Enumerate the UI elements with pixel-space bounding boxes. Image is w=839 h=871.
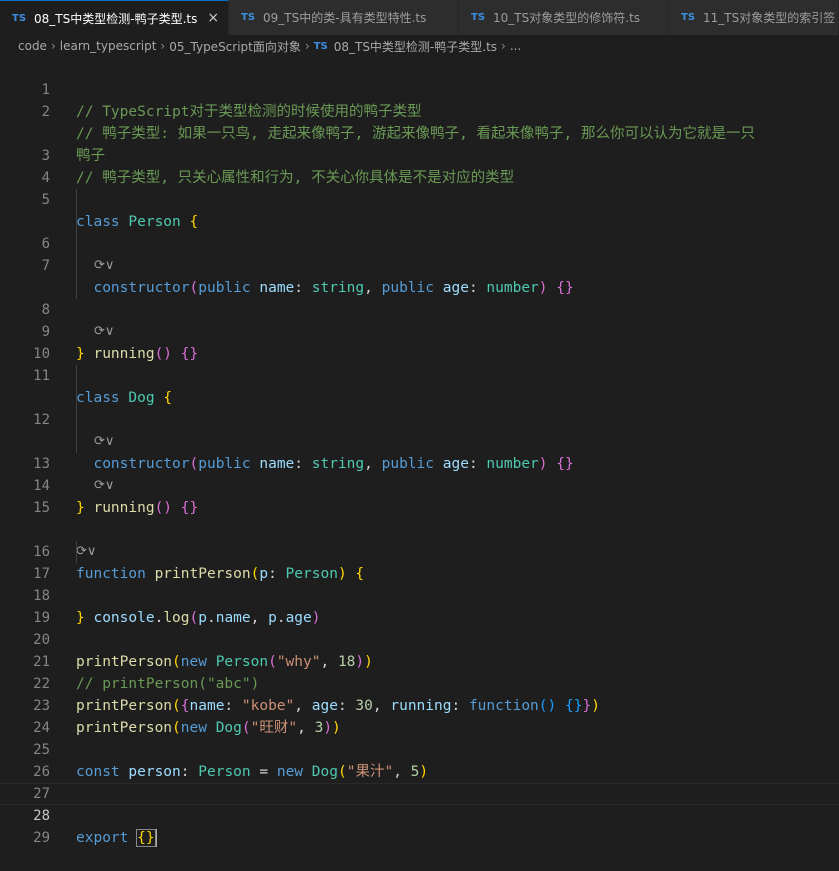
text-cursor bbox=[154, 829, 157, 847]
code-line[interactable]: 13 running() {} bbox=[0, 431, 839, 516]
code-line[interactable]: 29 bbox=[0, 805, 839, 846]
keyword: export bbox=[76, 830, 129, 846]
tab-label: 08_TS中类型检测-鸭子类型.ts bbox=[34, 11, 198, 26]
tab-09-class-type[interactable]: TS 09_TS中的类-具有类型特性.ts bbox=[229, 0, 459, 35]
code-line[interactable]: 24 bbox=[0, 695, 839, 736]
chevron-right-icon: › bbox=[160, 39, 166, 53]
indent-guide bbox=[76, 431, 77, 453]
tab-bar: TS 08_TS中类型检测-鸭子类型.ts × TS 09_TS中的类-具有类型… bbox=[0, 0, 839, 35]
tab-08-duck-typing[interactable]: TS 08_TS中类型检测-鸭子类型.ts × bbox=[0, 0, 229, 35]
code-line-current[interactable]: 28 export {} bbox=[0, 783, 839, 847]
typescript-file-icon: TS bbox=[241, 12, 256, 23]
breadcrumb-item[interactable]: learn_typescript bbox=[60, 39, 157, 53]
typescript-file-icon: TS bbox=[471, 12, 486, 23]
code-editor[interactable]: 1 // TypeScript对于类型检测的时候使用的鸭子类型 2 // 鸭子类… bbox=[0, 57, 839, 847]
code-line[interactable]: 26 bbox=[0, 739, 839, 780]
indent-guide bbox=[76, 255, 77, 277]
chevron-right-icon: › bbox=[304, 39, 310, 53]
line-number: 29 bbox=[33, 830, 50, 846]
code-line[interactable]: 10 bbox=[0, 321, 839, 362]
codelens-row: ⟳∨ bbox=[0, 365, 839, 449]
code-line[interactable]: 5 class Person { bbox=[0, 167, 839, 230]
code-line[interactable]: 4 bbox=[0, 145, 839, 186]
indent-guide bbox=[76, 409, 77, 431]
code-line[interactable]: 15 bbox=[0, 475, 839, 516]
indent-guide bbox=[76, 211, 77, 233]
brace: {} bbox=[136, 829, 156, 847]
indent-guide bbox=[76, 365, 77, 387]
indent-guide bbox=[76, 277, 77, 299]
codelens-row: ⟳∨ bbox=[0, 189, 839, 273]
code-line[interactable]: 3 // 鸭子类型, 只关心属性和行为, 不关心你具体是不是对应的类型 bbox=[0, 123, 839, 186]
code-line[interactable]: 8 running() {} bbox=[0, 277, 839, 362]
code-line[interactable]: 2 // 鸭子类型: 如果一只鸟, 走起来像鸭子, 游起来像鸭子, 看起来像鸭子… bbox=[0, 79, 839, 142]
code-line[interactable]: 21 // printPerson("abc") bbox=[0, 629, 839, 692]
code-line[interactable]: 20 printPerson(new Person("why", 18)) bbox=[0, 607, 839, 670]
codelens-row: ⟳∨ bbox=[0, 255, 839, 339]
codelens-row: ⟳∨ bbox=[0, 409, 839, 493]
indent-guide bbox=[76, 541, 77, 563]
tab-10-object-modifiers[interactable]: TS 10_TS对象类型的修饰符.ts bbox=[459, 0, 669, 35]
indent-guide bbox=[76, 189, 77, 211]
code-line[interactable]: 18 } bbox=[0, 563, 839, 626]
code-line[interactable]: 22 printPerson({name: "kobe", age: 30, r… bbox=[0, 651, 839, 714]
breadcrumb-item[interactable]: 05_TypeScript面向对象 bbox=[169, 38, 301, 55]
codelens-row: ⟳∨ bbox=[0, 497, 839, 559]
indent-guide bbox=[76, 387, 77, 409]
breadcrumb-more[interactable]: ... bbox=[510, 39, 521, 53]
indent-guide bbox=[76, 233, 77, 255]
code-line[interactable]: 17 console.log(p.name, p.age) bbox=[0, 541, 839, 626]
typescript-file-icon: TS bbox=[12, 12, 27, 24]
chevron-right-icon: › bbox=[50, 39, 56, 53]
code-line[interactable]: 25 const person: Person = new Dog("果汁", … bbox=[0, 717, 839, 780]
code-line[interactable]: 11 class Dog { bbox=[0, 343, 839, 406]
code-line[interactable]: 23 printPerson(new Dog("旺财", 3)) bbox=[0, 673, 839, 736]
typescript-file-icon: TS bbox=[313, 40, 328, 52]
code-line-wrap[interactable]: 鸭子 bbox=[0, 101, 839, 164]
tab-label: 10_TS对象类型的修饰符.ts bbox=[493, 11, 641, 25]
code-line[interactable]: 6 constructor(public name: string, publi… bbox=[0, 211, 839, 296]
chevron-right-icon: › bbox=[501, 39, 506, 53]
code-line[interactable]: 7 bbox=[0, 233, 839, 274]
tab-label: 11_TS对象类型的索引签 bbox=[703, 11, 836, 25]
breadcrumb-item[interactable]: code bbox=[18, 39, 47, 53]
code-line[interactable]: 9 } bbox=[0, 299, 839, 362]
code-line[interactable]: 1 // TypeScript对于类型检测的时候使用的鸭子类型 bbox=[0, 57, 839, 120]
typescript-file-icon: TS bbox=[681, 12, 696, 23]
code-line[interactable]: 16 function printPerson(p: Person) { bbox=[0, 519, 839, 582]
code-line[interactable]: 14 } bbox=[0, 453, 839, 516]
tab-label: 09_TS中的类-具有类型特性.ts bbox=[263, 11, 427, 25]
tab-11-index-signature[interactable]: TS 11_TS对象类型的索引签 bbox=[669, 0, 839, 35]
breadcrumb-file[interactable]: 08_TS中类型检测-鸭子类型.ts bbox=[334, 38, 497, 55]
breadcrumb: code › learn_typescript › 05_TypeScript面… bbox=[0, 35, 839, 57]
code-line[interactable]: 12 constructor(public name: string, publ… bbox=[0, 387, 839, 472]
code-line[interactable]: 19 bbox=[0, 585, 839, 626]
close-icon[interactable]: × bbox=[207, 10, 219, 26]
code-line[interactable]: 27 bbox=[0, 761, 839, 802]
